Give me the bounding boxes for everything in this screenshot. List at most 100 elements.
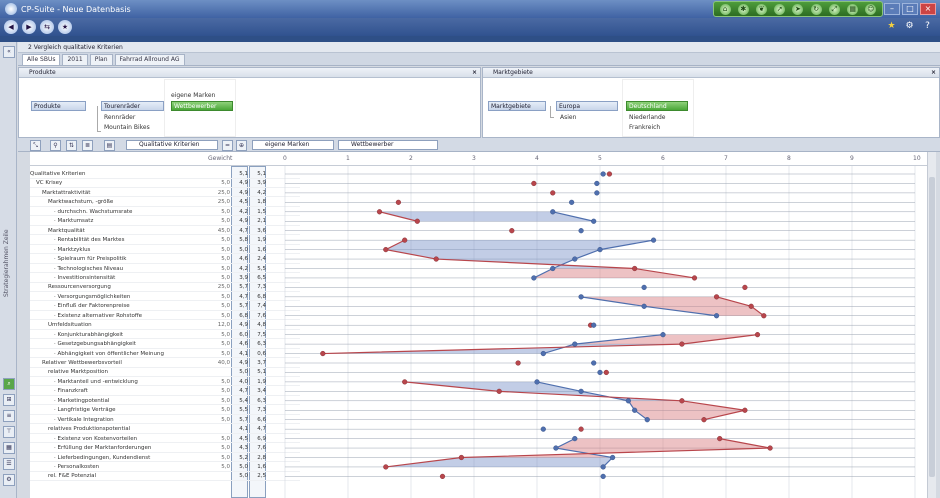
product-node-rennraeder[interactable]: Rennräder bbox=[104, 114, 135, 121]
own-brands-point bbox=[578, 388, 584, 394]
sidebar-label: Strategierahmen Zeile bbox=[3, 229, 10, 297]
tree-icon[interactable]: ⊞ bbox=[3, 394, 15, 406]
own-brands-point bbox=[578, 294, 584, 300]
help-icon[interactable]: ? bbox=[921, 20, 934, 33]
own-brands-point bbox=[597, 246, 603, 253]
competitor-point bbox=[679, 341, 685, 347]
own-brands-point bbox=[591, 322, 597, 328]
level-icon[interactable]: ≣ bbox=[82, 140, 93, 151]
app-logo-icon bbox=[5, 3, 17, 15]
competitor-point bbox=[383, 464, 389, 470]
transfer-icon[interactable]: ⇆ bbox=[40, 20, 54, 34]
settings-icon[interactable]: ✱ bbox=[737, 3, 749, 15]
grid-icon[interactable]: ▦ bbox=[3, 442, 15, 454]
own-brands-point bbox=[578, 228, 584, 234]
star-icon[interactable]: ★ bbox=[885, 20, 898, 33]
own-brands-point bbox=[660, 332, 666, 338]
refresh-icon[interactable]: ↻ bbox=[810, 3, 822, 15]
favorite-icon[interactable]: ★ bbox=[58, 20, 72, 34]
user-icon[interactable]: ☺ bbox=[865, 3, 877, 15]
products-root-node[interactable]: Produkte bbox=[31, 101, 86, 111]
competitor-point bbox=[632, 265, 638, 272]
back-icon[interactable]: ◀ bbox=[4, 20, 18, 34]
section-header: 2 Vergleich qualitative Kriterien bbox=[18, 42, 940, 53]
market-node-asien[interactable]: Asien bbox=[560, 114, 576, 121]
table-icon[interactable]: ▤ bbox=[104, 140, 115, 151]
difference-area bbox=[404, 381, 582, 392]
own-brands-point bbox=[540, 426, 546, 432]
tab-sbus[interactable]: Alle SBUs bbox=[22, 54, 61, 65]
forward-icon[interactable]: ➤ bbox=[792, 3, 804, 15]
filter-tabs: Alle SBUs 2011 Plan Fahrrad Allround AG bbox=[18, 53, 940, 66]
difference-area bbox=[581, 296, 752, 307]
sort-icon[interactable]: ⇅ bbox=[66, 140, 77, 151]
maximize-button[interactable]: □ bbox=[902, 3, 918, 15]
difference-area bbox=[385, 240, 654, 250]
filter-icon[interactable]: ⚲ bbox=[50, 140, 61, 151]
competitor-point bbox=[402, 237, 408, 243]
own-brands-point bbox=[632, 407, 638, 413]
close-icon[interactable]: × bbox=[931, 68, 936, 78]
product-node-wettbewerber[interactable]: Wettbewerber bbox=[171, 101, 233, 111]
own-brands-select[interactable]: eigene Marken bbox=[252, 140, 334, 150]
own-brands-point bbox=[600, 473, 606, 480]
expand-icon[interactable]: ⤢ bbox=[828, 3, 840, 15]
market-node-europa[interactable]: Europa bbox=[556, 101, 618, 111]
tab-year[interactable]: 2011 bbox=[62, 54, 88, 65]
equal-icon[interactable]: = bbox=[222, 140, 233, 151]
leaf-icon[interactable]: ❦ bbox=[756, 3, 768, 15]
list-icon[interactable]: ☰ bbox=[3, 458, 15, 470]
own-brands-point bbox=[540, 350, 546, 357]
competitor-point bbox=[754, 332, 761, 338]
tools-icon[interactable]: ⚙ bbox=[903, 20, 916, 33]
criteria-select[interactable]: Qualitative Kriterien bbox=[126, 140, 218, 150]
competitor-point bbox=[691, 275, 698, 281]
minimize-button[interactable]: – bbox=[884, 3, 900, 15]
tab-company[interactable]: Fahrrad Allround AG bbox=[114, 54, 185, 65]
chart-controls: ⤡ ⚲ ⇅ ≣ ▤ Qualitative Kriterien = ⊕ eige… bbox=[18, 138, 940, 152]
close-icon[interactable]: × bbox=[472, 68, 477, 78]
competitor-select[interactable]: Wettbewerber bbox=[338, 140, 438, 150]
own-brands-point bbox=[609, 454, 616, 461]
competitor-point bbox=[496, 388, 502, 394]
difference-area bbox=[533, 268, 695, 278]
link-icon[interactable]: ⊕ bbox=[236, 140, 247, 151]
own-brands-point bbox=[569, 199, 575, 205]
profile-chart bbox=[284, 166, 916, 498]
market-node-niederlande[interactable]: Niederlande bbox=[629, 114, 665, 121]
competitor-point bbox=[606, 171, 613, 177]
own-brands-point bbox=[550, 265, 556, 272]
app-title: CP-Suite - Neue Datenbasis bbox=[21, 4, 131, 14]
competitor-point bbox=[383, 246, 389, 253]
product-node-eigene-marken[interactable]: eigene Marken bbox=[171, 92, 215, 99]
own-brands-point bbox=[553, 445, 559, 451]
chart-icon[interactable]: ▦ bbox=[847, 3, 859, 15]
levels-icon[interactable]: ≡ bbox=[3, 410, 15, 422]
competitor-point bbox=[433, 256, 439, 262]
competitor-point bbox=[402, 379, 408, 385]
scrollbar-thumb[interactable] bbox=[929, 177, 935, 477]
own-brands-point bbox=[572, 436, 578, 442]
own-brands-point bbox=[600, 171, 606, 177]
competitor-point bbox=[414, 218, 420, 224]
markets-root-node[interactable]: Marktgebiete bbox=[488, 101, 546, 111]
competitor-point bbox=[578, 426, 584, 432]
vertical-scrollbar[interactable] bbox=[927, 152, 936, 498]
gear-icon[interactable]: ⚙ bbox=[3, 474, 15, 486]
competitor-point bbox=[515, 360, 521, 366]
product-node-mountainbikes[interactable]: Mountain Bikes bbox=[104, 124, 150, 131]
market-node-frankreich[interactable]: Frankreich bbox=[629, 124, 660, 131]
export-icon[interactable]: ➚ bbox=[774, 3, 786, 15]
home-icon[interactable]: ⌂ bbox=[719, 3, 731, 15]
expand-all-icon[interactable]: ⤡ bbox=[30, 140, 41, 151]
own-brands-point bbox=[531, 275, 537, 281]
collapse-icon[interactable]: « bbox=[3, 46, 15, 58]
hierarchy-icon[interactable]: ⊤ bbox=[3, 426, 15, 438]
search-icon[interactable]: ⌕ bbox=[3, 378, 15, 390]
product-node-tourenraeder[interactable]: Tourenräder bbox=[101, 101, 164, 111]
competitor-point bbox=[748, 303, 754, 309]
close-button[interactable]: × bbox=[920, 3, 936, 15]
forward-nav-icon[interactable]: ▶ bbox=[22, 20, 36, 34]
tab-plan[interactable]: Plan bbox=[89, 54, 113, 65]
market-node-deutschland[interactable]: Deutschland bbox=[626, 101, 688, 111]
